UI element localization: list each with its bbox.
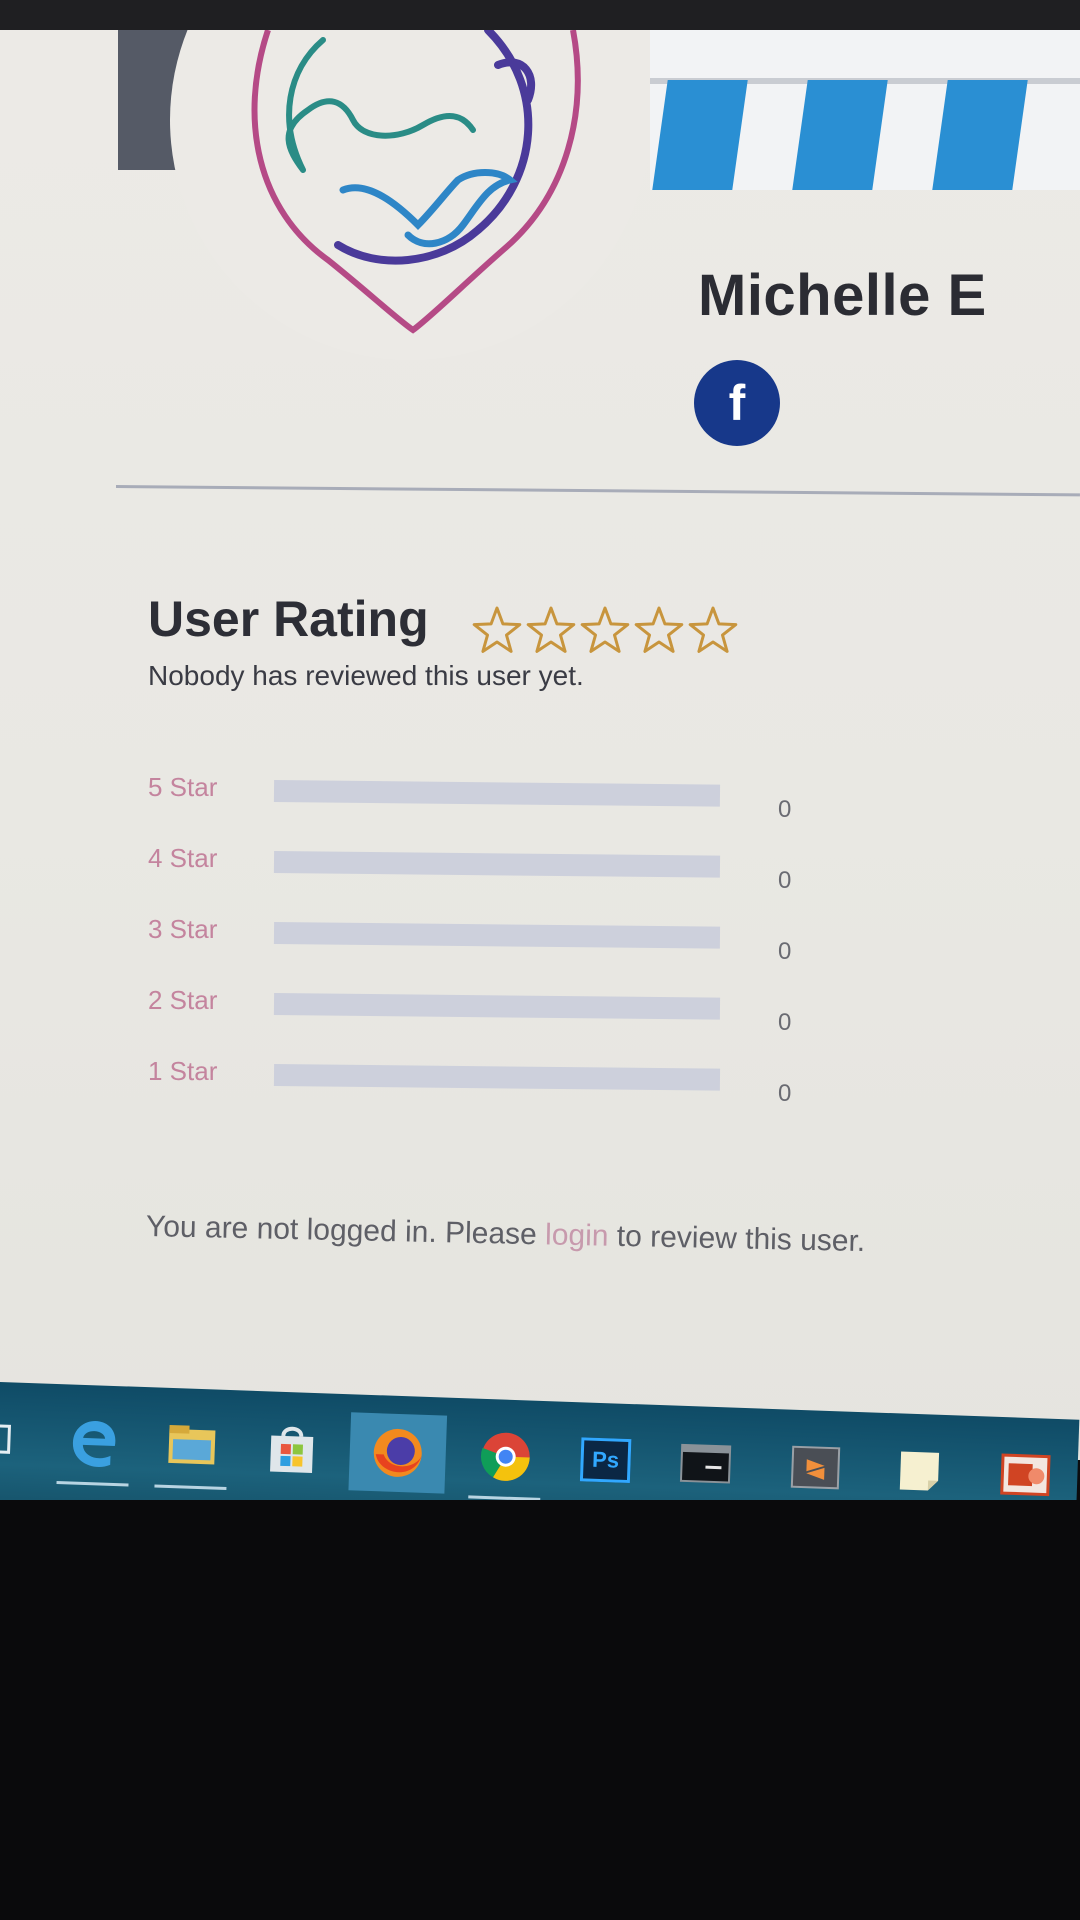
user-name: Michelle E <box>698 263 987 328</box>
login-notice-suffix: to review this user. <box>608 1219 866 1259</box>
no-ratings-message: Nobody has reviewed this user yet. <box>148 660 584 691</box>
store-icon[interactable] <box>248 1409 335 1490</box>
facebook-glyph: f <box>728 375 746 431</box>
star-outline-icon <box>472 606 522 653</box>
rating-row-5: 5 Star 0 <box>0 772 900 832</box>
star-outline-icon <box>526 606 576 653</box>
rating-bar <box>273 780 721 807</box>
rating-row-3: 3 Star 0 <box>0 914 900 974</box>
rating-row-count: 0 <box>778 1080 792 1107</box>
file-explorer-icon[interactable] <box>149 1405 236 1490</box>
header-banner-image <box>650 30 1080 190</box>
monitor-bezel <box>0 1500 1080 1920</box>
facebook-icon[interactable]: f <box>694 360 780 446</box>
user-rating-heading: User Rating <box>148 591 429 647</box>
photoshop-icon[interactable]: Ps <box>562 1420 649 1501</box>
task-view-icon[interactable] <box>0 1399 43 1480</box>
rating-row-2: 2 Star 0 <box>0 985 900 1045</box>
rating-bar <box>273 922 721 949</box>
rating-row-4: 4 Star 0 <box>0 843 900 903</box>
rating-bar <box>273 993 721 1020</box>
edge-icon[interactable] <box>51 1402 138 1487</box>
star-outline-icon <box>634 606 684 653</box>
rating-bar <box>273 851 721 878</box>
star-outline-icon <box>580 606 630 653</box>
rating-row-count: 0 <box>778 796 792 823</box>
login-notice-prefix: You are not logged in. Please <box>145 1210 546 1252</box>
rating-row-count: 0 <box>778 938 792 965</box>
sublime-text-icon[interactable] <box>772 1427 859 1512</box>
rating-row-label: 5 Star <box>148 772 218 802</box>
star-rating-display <box>472 606 738 653</box>
profile-page: Michelle E f User Rating Nobody has revi… <box>0 30 1080 1460</box>
star-outline-icon <box>688 606 738 653</box>
rating-row-1: 1 Star 0 <box>0 1056 900 1116</box>
avatar-logo-icon <box>251 30 581 334</box>
rating-row-label: 4 Star <box>148 843 218 873</box>
rating-row-label: 3 Star <box>148 914 218 944</box>
photo-of-monitor: Michelle E f User Rating Nobody has revi… <box>0 0 1080 1920</box>
login-link[interactable]: login <box>545 1218 609 1252</box>
rating-row-label: 2 Star <box>148 985 218 1015</box>
section-divider <box>115 485 1080 497</box>
rating-bar <box>273 1064 721 1091</box>
rating-row-count: 0 <box>778 1009 792 1036</box>
photoshop-label: Ps <box>579 1437 632 1484</box>
chrome-icon[interactable] <box>462 1416 549 1501</box>
login-notice: You are not logged in. Please login to r… <box>146 1210 1047 1263</box>
firefox-icon[interactable] <box>348 1412 448 1494</box>
rating-row-label: 1 Star <box>148 1056 218 1086</box>
terminal-icon[interactable] <box>662 1423 749 1508</box>
rating-row-count: 0 <box>778 867 792 894</box>
